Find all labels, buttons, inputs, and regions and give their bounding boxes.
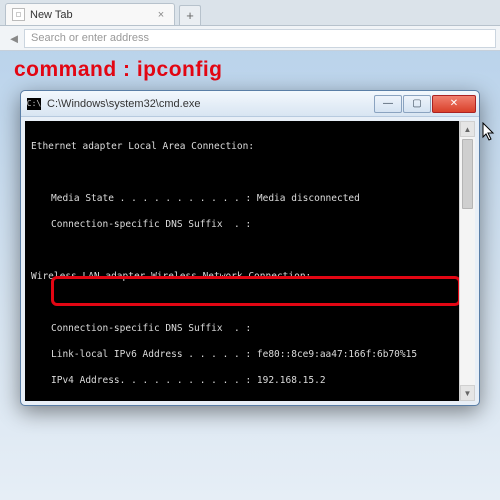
output-line: Ethernet adapter Local Area Connection:	[31, 140, 455, 153]
page-icon	[12, 8, 25, 21]
output-line: Media State . . . . . . . . . . . : Medi…	[31, 192, 455, 205]
cmd-window: C:\ C:\Windows\system32\cmd.exe — ▢ ✕ Et…	[20, 90, 480, 406]
output-line: IPv4 Address. . . . . . . . . . . : 192.…	[31, 374, 455, 387]
address-placeholder: Search or enter address	[31, 32, 149, 44]
cmd-client-area: Ethernet adapter Local Area Connection: …	[21, 117, 479, 405]
tab-title: New Tab	[30, 9, 73, 21]
output-line: Connection-specific DNS Suffix . :	[31, 322, 455, 335]
cmd-icon: C:\	[27, 98, 41, 110]
output-line: Subnet Mask . . . . . . . . . . . : 255.…	[31, 400, 455, 401]
address-input[interactable]: Search or enter address	[24, 29, 496, 48]
browser-tab-strip: New Tab × +	[0, 0, 500, 26]
window-controls: — ▢ ✕	[373, 95, 476, 113]
cmd-titlebar[interactable]: C:\ C:\Windows\system32\cmd.exe — ▢ ✕	[21, 91, 479, 117]
minimize-button[interactable]: —	[374, 95, 402, 113]
scroll-up-button[interactable]: ▲	[460, 121, 475, 137]
output-line: Wireless LAN adapter Wireless Network Co…	[31, 270, 455, 283]
annotation-text: command : ipconfig	[14, 58, 223, 82]
cmd-title: C:\Windows\system32\cmd.exe	[47, 98, 200, 110]
output-line: Connection-specific DNS Suffix . :	[31, 218, 455, 231]
scroll-track[interactable]	[460, 137, 475, 385]
address-bar: ◄ Search or enter address	[0, 26, 500, 51]
output-line	[31, 244, 455, 257]
scroll-down-button[interactable]: ▼	[460, 385, 475, 401]
maximize-button[interactable]: ▢	[403, 95, 431, 113]
close-button[interactable]: ✕	[432, 95, 476, 113]
cmd-output[interactable]: Ethernet adapter Local Area Connection: …	[25, 121, 459, 401]
new-tab-button[interactable]: +	[179, 5, 201, 25]
back-button[interactable]: ◄	[4, 28, 24, 48]
output-line	[31, 296, 455, 309]
cmd-scrollbar[interactable]: ▲ ▼	[459, 121, 475, 401]
output-line: Link-local IPv6 Address . . . . . : fe80…	[31, 348, 455, 361]
browser-tab[interactable]: New Tab ×	[5, 3, 175, 25]
output-line	[31, 166, 455, 179]
close-tab-icon[interactable]: ×	[154, 9, 168, 21]
scroll-thumb[interactable]	[462, 139, 473, 209]
